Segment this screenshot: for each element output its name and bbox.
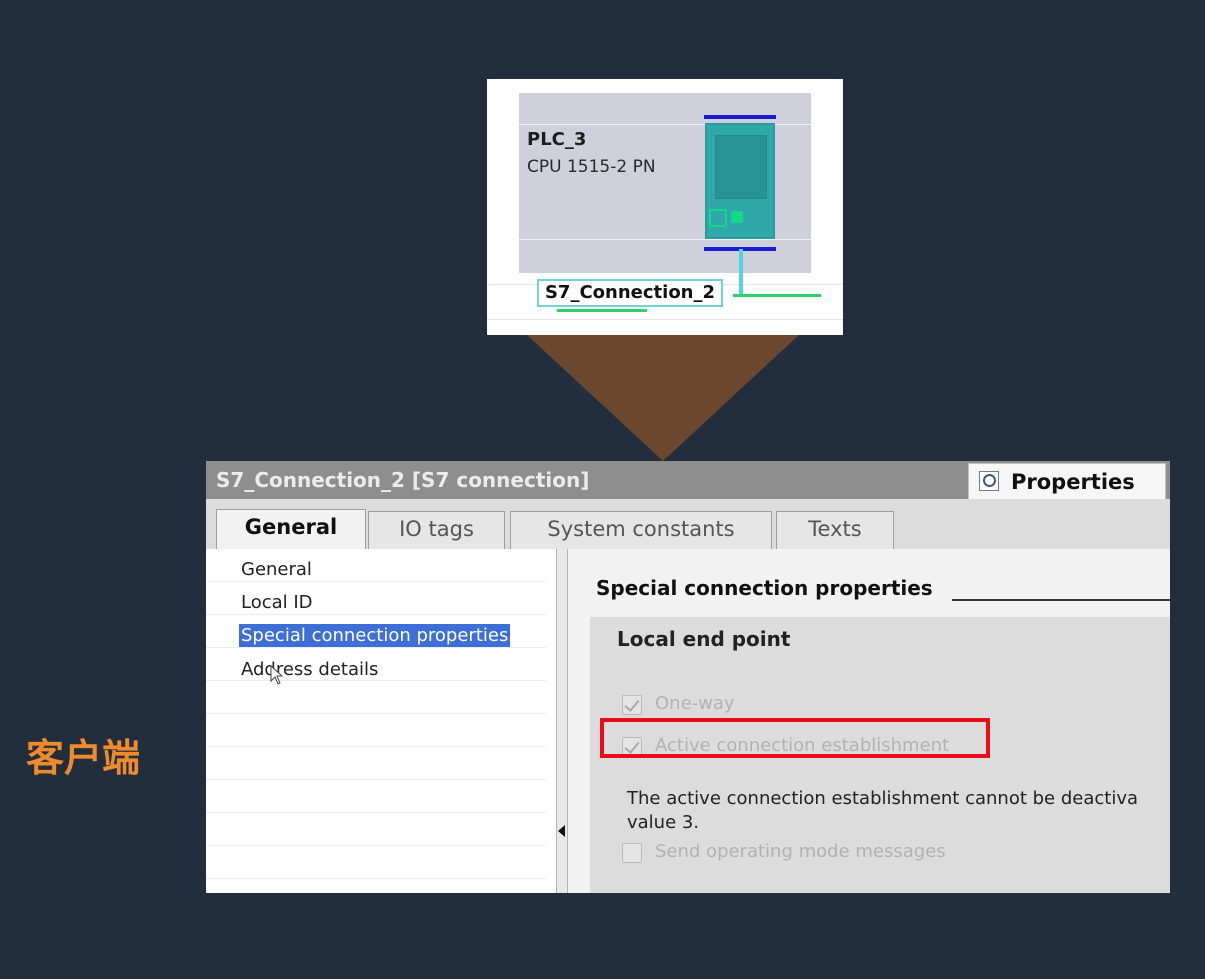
window-title: S7_Connection_2 [S7 connection] — [216, 468, 590, 492]
mouse-cursor-icon — [270, 665, 284, 685]
cpu-display — [715, 135, 767, 199]
network-line — [739, 249, 743, 297]
callout-shape — [527, 335, 799, 461]
title-bar: S7_Connection_2 [S7 connection] Properti… — [206, 461, 1170, 501]
info-text: The active connection establishment cann… — [627, 788, 1139, 833]
rack-line — [519, 239, 811, 240]
nav-item-local-id[interactable]: Local ID — [239, 591, 315, 614]
send-mode-messages-checkbox[interactable] — [622, 843, 642, 863]
tab-system-constants[interactable]: System constants — [510, 511, 772, 549]
properties-window: S7_Connection_2 [S7 connection] Properti… — [206, 461, 1170, 893]
profinet-port-icon[interactable] — [731, 211, 743, 223]
tab-texts[interactable]: Texts — [776, 511, 894, 549]
cpu-module-icon[interactable] — [705, 123, 775, 239]
send-mode-messages-label: Send operating mode messages — [655, 841, 946, 862]
client-caption: 客户端 — [26, 736, 141, 780]
connection-label[interactable]: S7_Connection_2 — [537, 279, 723, 307]
local-end-point-group: Local end point One-way Active connectio… — [590, 617, 1170, 893]
checkmark-icon — [624, 696, 640, 712]
nav-row — [206, 846, 546, 879]
one-way-label: One-way — [655, 693, 735, 714]
tab-io-tags[interactable]: IO tags — [368, 511, 505, 549]
connection-line[interactable] — [733, 294, 821, 297]
properties-tab[interactable]: Properties — [968, 463, 1166, 501]
section-heading: Special connection properties — [596, 576, 933, 600]
collapse-arrow-icon[interactable] — [558, 825, 565, 837]
nav-row — [206, 780, 546, 813]
device-view-panel: PLC_3 CPU 1515-2 PN S7_Connection_2 — [487, 79, 843, 335]
nav-item-address-details[interactable]: Address details — [239, 658, 380, 681]
profinet-port-icon[interactable] — [709, 209, 727, 227]
nav-row — [206, 681, 546, 714]
connection-line[interactable] — [557, 309, 647, 312]
one-way-checkbox[interactable] — [622, 695, 642, 715]
bus-bar — [704, 115, 776, 119]
content-area: Special connection properties Local end … — [568, 549, 1170, 893]
plc-cpu-type: CPU 1515-2 PN — [527, 157, 656, 177]
plc-name: PLC_3 — [527, 129, 587, 150]
heading-divider — [952, 599, 1170, 601]
plc-device[interactable]: PLC_3 CPU 1515-2 PN — [519, 93, 811, 273]
nav-row — [206, 813, 546, 846]
nav-row — [206, 747, 546, 780]
grid-line — [487, 319, 843, 320]
nav-item-special-connection-properties[interactable]: Special connection properties — [239, 624, 511, 647]
highlight-box — [600, 718, 990, 758]
nav-item-general[interactable]: General — [239, 558, 314, 581]
nav-row — [206, 714, 546, 747]
tab-strip: General IO tags System constants Texts — [206, 499, 1170, 551]
panel-splitter[interactable] — [556, 549, 568, 893]
navigation-tree: General Local ID Special connection prop… — [206, 549, 556, 893]
properties-icon — [979, 471, 999, 491]
properties-tab-label: Properties — [1011, 470, 1135, 494]
callout-pointer — [527, 335, 799, 461]
tab-general[interactable]: General — [216, 509, 366, 551]
group-title: Local end point — [617, 627, 791, 651]
